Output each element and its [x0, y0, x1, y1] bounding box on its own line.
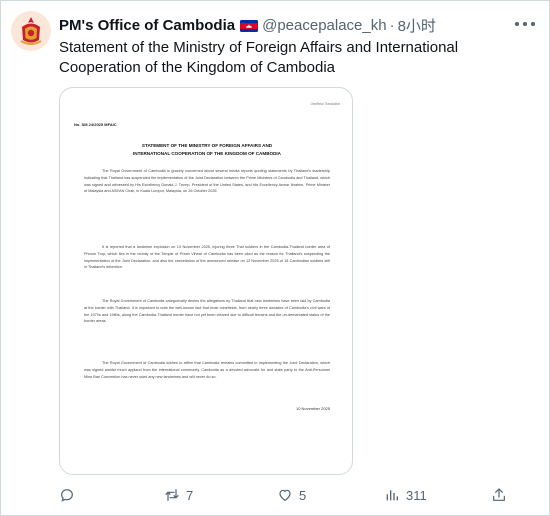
- tweet-card: PM's Office of Cambodia @peacepalace_kh …: [0, 0, 550, 516]
- cambodia-flag-icon: [240, 19, 259, 32]
- like-count: 5: [299, 487, 307, 503]
- avatar[interactable]: [11, 11, 51, 51]
- views-button[interactable]: 311: [384, 485, 427, 505]
- heart-icon: [279, 489, 291, 502]
- tweet-header: PM's Office of Cambodia @peacepalace_kh …: [59, 15, 509, 35]
- separator-dot: ·: [389, 16, 395, 34]
- document-paragraph: It is reported that a landmine explosion…: [84, 245, 330, 270]
- royal-emblem-icon: [14, 14, 48, 48]
- action-bar: 7 5 311: [59, 485, 537, 505]
- author-name[interactable]: PM's Office of Cambodia: [59, 17, 235, 34]
- views-icon: [386, 490, 398, 501]
- reply-icon: [61, 489, 73, 502]
- attached-document-image[interactable]: Unofficial Translation No. SM 24/2025 MF…: [59, 87, 353, 475]
- document-paragraph: The Royal Government of Cambodia categor…: [84, 299, 330, 324]
- document-reference: No. SM 24/2025 MFAIC: [74, 122, 117, 127]
- unofficial-translation-label: Unofficial Translation: [310, 102, 340, 106]
- retweet-count: 7: [186, 487, 194, 503]
- post-time[interactable]: 8小时: [398, 15, 436, 36]
- document-title-line-1: STATEMENT OF THE MINISTRY OF FOREIGN AFF…: [141, 143, 273, 148]
- share-button[interactable]: [491, 485, 507, 505]
- author-handle[interactable]: @peacepalace_kh: [262, 17, 386, 34]
- document-date: 10 November 2025: [295, 406, 330, 411]
- reply-button[interactable]: [59, 485, 81, 505]
- document-paragraph: The Royal Government of Cambodia is grav…: [84, 169, 330, 194]
- more-options-icon[interactable]: [515, 15, 535, 33]
- document-title-line-2: INTERNATIONAL COOPERATION OF THE KINGDOM…: [132, 151, 281, 156]
- views-count: 311: [406, 487, 427, 503]
- retweet-button[interactable]: 7: [164, 485, 193, 505]
- like-button[interactable]: 5: [277, 485, 306, 505]
- document-paragraph: The Royal Government of Cambodia wishes …: [84, 361, 330, 379]
- document-title: STATEMENT OF THE MINISTRY OF FOREIGN AFF…: [74, 142, 340, 158]
- share-icon: [493, 488, 505, 501]
- retweet-icon: [165, 489, 179, 501]
- tweet-text: Statement of the Ministry of Foreign Aff…: [59, 39, 459, 76]
